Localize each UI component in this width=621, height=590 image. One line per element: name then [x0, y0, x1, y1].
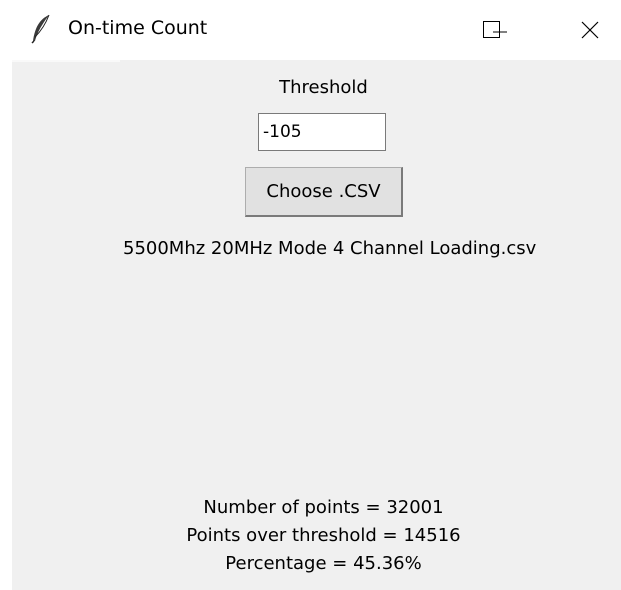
- window-title: On-time Count: [68, 17, 208, 39]
- percentage: Percentage = 45.36%: [225, 553, 422, 574]
- threshold-label: Threshold: [279, 77, 368, 98]
- threshold-input[interactable]: [258, 113, 386, 151]
- feather-icon: [30, 14, 52, 44]
- title-bar[interactable]: On-time Count: [0, 0, 621, 60]
- app-window: On-time Count Threshold Choose .CSV 5500…: [0, 0, 621, 590]
- selected-file-label: 5500Mhz 20MHz Mode 4 Channel Loading.csv: [123, 238, 537, 259]
- choose-csv-button[interactable]: Choose .CSV: [245, 167, 403, 217]
- client-edge: [12, 60, 120, 62]
- close-button[interactable]: [560, 0, 620, 60]
- number-of-points: Number of points = 32001: [203, 497, 444, 518]
- client-area: Threshold Choose .CSV 5500Mhz 20MHz Mode…: [12, 60, 621, 590]
- points-over-threshold: Points over threshold = 14516: [186, 525, 461, 546]
- close-icon: [581, 21, 599, 39]
- maximize-button[interactable]: [462, 0, 522, 60]
- maximize-icon: [483, 21, 500, 38]
- results-panel: Number of points = 32001 Points over thr…: [12, 494, 621, 578]
